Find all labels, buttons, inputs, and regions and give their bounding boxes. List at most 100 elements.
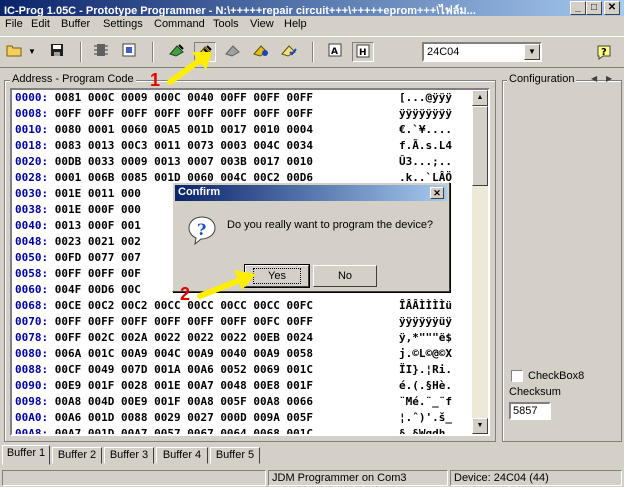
yes-button-label: Yes	[253, 268, 301, 284]
hex-row[interactable]: 0070: 00FF 00FF 00FF 00FF 00FF 00FF 00FC…	[15, 315, 452, 331]
blank-check-icon[interactable]	[278, 42, 300, 62]
hex-row-values: 001E 000F 000	[54, 203, 141, 216]
hex-row-values: 00A6 001D 0088 0029 0027 000D 009A 005F	[54, 411, 314, 424]
chevron-down-icon[interactable]: ▼	[524, 44, 540, 60]
status-device: Device: 24C04 (44)	[450, 470, 622, 486]
hex-row-address: 0090:	[15, 379, 49, 392]
hex-row[interactable]: 0000: 0081 000C 0009 000C 0040 00FF 00FF…	[15, 91, 452, 107]
hex-row-ascii: f.Ã.s.L4	[399, 139, 452, 152]
hex-row[interactable]: 0058: 00FF 00FF 00F	[15, 267, 141, 283]
buffer-tabs: Buffer 1 Buffer 2 Buffer 3 Buffer 4 Buff…	[0, 445, 624, 465]
menu-edit[interactable]: Edit	[31, 18, 50, 30]
hex-row-address: 0038:	[15, 203, 49, 216]
hex-row-values: 00FD 0077 007	[54, 251, 141, 264]
hex-row[interactable]: 0030: 001E 0011 000	[15, 187, 141, 203]
annotation-arrow-two-icon	[197, 270, 256, 299]
menu-view[interactable]: View	[250, 18, 274, 30]
open-dropdown-icon[interactable]: ▼	[26, 42, 38, 62]
hex-row-values: 0013 000F 001	[54, 219, 141, 232]
chevron-left-icon[interactable]: ◀	[591, 74, 597, 83]
hex-row-ascii: ¨Mé.¨_¨f	[399, 395, 452, 408]
hex-row[interactable]: 0018: 0083 0013 00C3 0011 0073 0003 004C…	[15, 139, 452, 155]
checkbox8[interactable]	[511, 370, 523, 382]
tab-buffer-5[interactable]: Buffer 5	[210, 447, 260, 464]
menu-buffer[interactable]: Buffer	[61, 18, 90, 30]
hex-row-address: 0088:	[15, 363, 49, 376]
hex-row[interactable]: 00A8: 00A7 001D 00A7 0057 0067 0064 0068…	[15, 427, 452, 434]
hex-row-address: 0010:	[15, 123, 49, 136]
hex-row-address: 0040:	[15, 219, 49, 232]
annotation-arrow-one-icon	[167, 52, 212, 85]
view-hex-icon[interactable]: A	[324, 42, 346, 62]
menu-tools[interactable]: Tools	[213, 18, 239, 30]
hex-row-values: 0080 0001 0060 00A5 001D 0017 0010 0004	[54, 123, 314, 136]
hex-row-values: 0023 0021 002	[54, 235, 141, 248]
tab-buffer-3[interactable]: Buffer 3	[104, 447, 154, 464]
menu-settings[interactable]: Settings	[103, 18, 143, 30]
hex-row-ascii: ÿÿÿÿÿÿüÿ	[399, 315, 452, 328]
device-select-value: 24C04	[427, 46, 460, 58]
device-select[interactable]: 24C04 ▼	[422, 42, 542, 62]
hex-row-address: 0050:	[15, 251, 49, 264]
hex-row[interactable]: 0098: 00A8 004D 00E9 001F 00A8 005F 00A8…	[15, 395, 452, 411]
chevron-right-icon[interactable]: ▶	[606, 74, 612, 83]
hex-row-ascii: [...@ÿÿÿ	[399, 91, 452, 104]
menu-file[interactable]: File	[5, 18, 23, 30]
hex-row-values: 00FF 002C 002A 0022 0022 0022 00EB 0024	[54, 331, 314, 344]
hex-row-values: 00FF 00FF 00F	[54, 267, 141, 280]
view-asm-icon[interactable]: H	[352, 42, 374, 62]
hex-row-values: 00FF 00FF 00FF 00FF 00FF 00FF 00FC 00FF	[54, 315, 314, 328]
hex-row-values: 004F 00D6 00C	[54, 283, 141, 296]
hex-row-ascii: é.(.§Hè.	[399, 379, 452, 392]
tab-buffer-1[interactable]: Buffer 1	[2, 445, 50, 465]
no-button[interactable]: No	[313, 265, 377, 287]
hex-row-address: 0080:	[15, 347, 49, 360]
help-icon[interactable]: ?	[594, 43, 614, 61]
hex-row-values: 00A8 004D 00E9 001F 00A8 005F 00A8 0066	[54, 395, 314, 408]
svg-text:H: H	[359, 48, 367, 58]
hex-row[interactable]: 0078: 00FF 002C 002A 0022 0022 0022 00EB…	[15, 331, 452, 347]
hex-row[interactable]: 0038: 001E 000F 000	[15, 203, 141, 219]
menu-help[interactable]: Help	[284, 18, 307, 30]
hex-row[interactable]: 0068: 00CE 00C2 00C2 00CC 00CC 00CC 00CC…	[15, 299, 452, 315]
vertical-scrollbar[interactable]: ▲ ▼	[472, 90, 488, 434]
minimize-button[interactable]: _	[570, 1, 586, 15]
hex-row[interactable]: 0020: 00DB 0033 0009 0013 0007 003B 0017…	[15, 155, 452, 171]
config-icon[interactable]	[118, 42, 140, 62]
dialog-close-icon[interactable]: ✕	[430, 187, 444, 199]
hex-row[interactable]: 0008: 00FF 00FF 00FF 00FF 00FF 00FF 00FF…	[15, 107, 452, 123]
scrollbar-thumb[interactable]	[472, 106, 488, 186]
open-file-icon[interactable]	[4, 42, 26, 62]
hex-row-ascii: €.`¥....	[399, 123, 452, 136]
hex-row[interactable]: 0048: 0023 0021 002	[15, 235, 141, 251]
close-button[interactable]: ✕	[604, 1, 620, 15]
hex-row-values: 00DB 0033 0009 0013 0007 003B 0017 0010	[54, 155, 314, 168]
erase-icon[interactable]	[222, 42, 244, 62]
svg-text:?: ?	[197, 220, 206, 239]
hex-row[interactable]: 0040: 0013 000F 001	[15, 219, 141, 235]
hex-row-ascii: §.§Wgdh.	[399, 427, 452, 436]
program-code-label: Address - Program Code	[10, 73, 136, 85]
hex-row[interactable]: 0060: 004F 00D6 00C	[15, 283, 141, 299]
hex-row-address: 0068:	[15, 299, 49, 312]
hex-row-ascii: ÎÂÂÌÌÌÌü	[399, 299, 452, 312]
tab-buffer-2[interactable]: Buffer 2	[52, 447, 102, 464]
hex-row-address: 0008:	[15, 107, 49, 120]
checksum-field[interactable]: 5857	[509, 402, 551, 420]
maximize-button[interactable]: □	[586, 1, 602, 15]
save-icon[interactable]	[46, 42, 68, 62]
tab-buffer-4[interactable]: Buffer 4	[156, 447, 208, 464]
menu-command[interactable]: Command	[154, 18, 205, 30]
hex-row[interactable]: 0090: 00E9 001F 0028 001E 00A7 0048 00E8…	[15, 379, 452, 395]
verify-icon[interactable]	[250, 42, 272, 62]
hex-row[interactable]: 0088: 00CF 0049 007D 001A 00A6 0052 0069…	[15, 363, 452, 379]
hex-row-address: 0058:	[15, 267, 49, 280]
hex-row[interactable]: 00A0: 00A6 001D 0088 0029 0027 000D 009A…	[15, 411, 452, 427]
scroll-up-icon[interactable]: ▲	[472, 90, 488, 106]
hex-row[interactable]: 0080: 006A 001C 00A9 004C 00A9 0040 00A9…	[15, 347, 452, 363]
chip-icon[interactable]	[90, 42, 112, 62]
hex-row[interactable]: 0010: 0080 0001 0060 00A5 001D 0017 0010…	[15, 123, 452, 139]
hex-row[interactable]: 0050: 00FD 0077 007	[15, 251, 141, 267]
scroll-down-icon[interactable]: ▼	[472, 418, 488, 434]
hex-row-values: 0083 0013 00C3 0011 0073 0003 004C 0034	[54, 139, 314, 152]
